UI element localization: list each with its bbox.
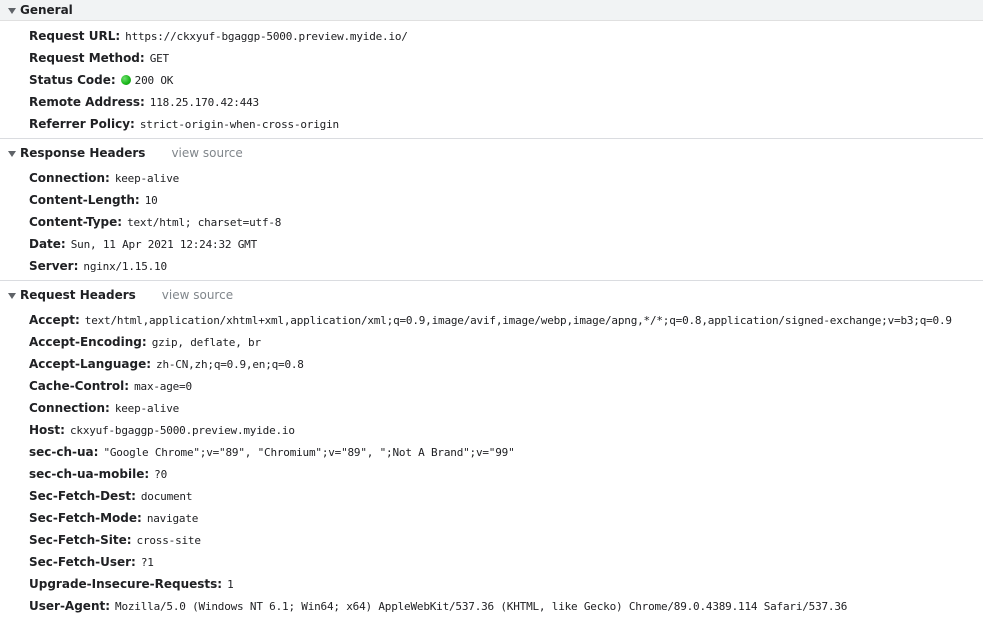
header-key: User-Agent: xyxy=(29,599,111,613)
header-row: Content-Length: 10 xyxy=(0,189,983,211)
header-value: keep-alive xyxy=(114,401,180,415)
header-value: navigate xyxy=(146,511,199,525)
general-section-toggle[interactable]: General xyxy=(0,0,983,21)
header-value: ?0 xyxy=(154,467,167,481)
section-title: General xyxy=(20,3,73,17)
header-row: Accept-Encoding: gzip, deflate, br xyxy=(0,331,983,353)
header-row: Request Method: GET xyxy=(0,47,983,69)
header-row: sec-ch-ua: "Google Chrome";v="89", "Chro… xyxy=(0,441,983,463)
header-value: text/html,application/xhtml+xml,applicat… xyxy=(84,313,952,327)
header-value: cross-site xyxy=(136,533,201,547)
general-rows: Request URL: https://ckxyuf-bgaggp-5000.… xyxy=(0,21,983,138)
header-key: Date: xyxy=(29,237,66,251)
header-value: 118.25.170.42:443 xyxy=(149,95,259,109)
header-key: Referrer Policy: xyxy=(29,117,135,131)
header-key: Connection: xyxy=(29,171,110,185)
header-key: Status Code: xyxy=(29,73,116,87)
header-row: Server: nginx/1.15.10 xyxy=(0,255,983,277)
header-key: Accept-Encoding: xyxy=(29,335,147,349)
header-key: sec-ch-ua: xyxy=(29,445,99,459)
header-row: Host: ckxyuf-bgaggp-5000.preview.myide.i… xyxy=(0,419,983,441)
header-key: Accept-Language: xyxy=(29,357,152,371)
header-key: Sec-Fetch-Dest: xyxy=(29,489,136,503)
header-value: 10 xyxy=(144,193,158,207)
header-row: Connection: keep-alive xyxy=(0,397,983,419)
status-ok-icon xyxy=(120,75,131,85)
view-source-link[interactable]: view source xyxy=(162,288,233,302)
header-value: keep-alive xyxy=(114,171,180,185)
header-key: Host: xyxy=(29,423,65,437)
header-value: document xyxy=(140,489,193,503)
section-divider xyxy=(0,138,983,139)
caret-down-icon xyxy=(8,7,16,14)
header-key: Content-Length: xyxy=(29,193,140,207)
header-value: strict-origin-when-cross-origin xyxy=(139,117,339,131)
header-row: Cache-Control: max-age=0 xyxy=(0,375,983,397)
general-section: General Request URL: https://ckxyuf-bgag… xyxy=(0,0,983,138)
response-header-rows: Connection: keep-alive Content-Length: 1… xyxy=(0,163,983,280)
header-row: Sec-Fetch-User: ?1 xyxy=(0,551,983,573)
request-header-rows: Accept: text/html,application/xhtml+xml,… xyxy=(0,305,983,620)
header-row: Upgrade-Insecure-Requests: 1 xyxy=(0,573,983,595)
header-row: Date: Sun, 11 Apr 2021 12:24:32 GMT xyxy=(0,233,983,255)
header-value: Mozilla/5.0 (Windows NT 6.1; Win64; x64)… xyxy=(115,599,848,613)
section-title: Request Headers xyxy=(20,288,136,302)
header-key: Server: xyxy=(29,259,79,273)
header-row: Accept: text/html,application/xhtml+xml,… xyxy=(0,309,983,331)
header-value: text/html; charset=utf-8 xyxy=(127,215,282,229)
header-key: Request Method: xyxy=(29,51,145,65)
section-divider xyxy=(0,280,983,281)
header-row: Connection: keep-alive xyxy=(0,167,983,189)
header-key: Sec-Fetch-Site: xyxy=(29,533,132,547)
header-row: Sec-Fetch-Dest: document xyxy=(0,485,983,507)
request-headers-section: Request Headers view source Accept: text… xyxy=(0,285,983,620)
header-key: Upgrade-Insecure-Requests: xyxy=(29,577,223,591)
header-row: Referrer Policy: strict-origin-when-cros… xyxy=(0,113,983,135)
header-key: Accept: xyxy=(29,313,80,327)
header-key: Connection: xyxy=(29,401,110,415)
header-key: Cache-Control: xyxy=(29,379,130,393)
response-headers-toggle[interactable]: Response Headers view source xyxy=(0,143,983,163)
header-value: GET xyxy=(149,51,169,65)
view-source-link[interactable]: view source xyxy=(171,146,242,160)
response-headers-section: Response Headers view source Connection:… xyxy=(0,143,983,280)
header-value: gzip, deflate, br xyxy=(151,335,261,349)
header-value: "Google Chrome";v="89", "Chromium";v="89… xyxy=(103,445,515,459)
header-value: ckxyuf-bgaggp-5000.preview.myide.io xyxy=(69,423,295,437)
header-key: Request URL: xyxy=(29,29,121,43)
header-value: Sun, 11 Apr 2021 12:24:32 GMT xyxy=(70,237,257,251)
header-row: sec-ch-ua-mobile: ?0 xyxy=(0,463,983,485)
header-value: 200 OK xyxy=(134,73,174,87)
header-value: 1 xyxy=(227,577,234,591)
header-value: max-age=0 xyxy=(134,379,192,393)
header-row: Status Code: 200 OK xyxy=(0,69,983,91)
header-value: ?1 xyxy=(140,555,154,569)
request-headers-toggle[interactable]: Request Headers view source xyxy=(0,285,983,305)
header-row: Remote Address: 118.25.170.42:443 xyxy=(0,91,983,113)
header-key: Content-Type: xyxy=(29,215,123,229)
header-row: Content-Type: text/html; charset=utf-8 xyxy=(0,211,983,233)
header-value: zh-CN,zh;q=0.9,en;q=0.8 xyxy=(156,357,304,371)
header-row: Accept-Language: zh-CN,zh;q=0.9,en;q=0.8 xyxy=(0,353,983,375)
header-value: https://ckxyuf-bgaggp-5000.preview.myide… xyxy=(125,29,408,43)
header-key: Sec-Fetch-Mode: xyxy=(29,511,142,525)
header-key: sec-ch-ua-mobile: xyxy=(29,467,150,481)
header-row: User-Agent: Mozilla/5.0 (Windows NT 6.1;… xyxy=(0,595,983,617)
header-row: Request URL: https://ckxyuf-bgaggp-5000.… xyxy=(0,25,983,47)
header-row: Sec-Fetch-Mode: navigate xyxy=(0,507,983,529)
header-key: Sec-Fetch-User: xyxy=(29,555,136,569)
section-title: Response Headers xyxy=(20,146,146,160)
caret-down-icon xyxy=(8,292,16,299)
header-value: nginx/1.15.10 xyxy=(83,259,167,273)
header-key: Remote Address: xyxy=(29,95,145,109)
header-row: Sec-Fetch-Site: cross-site xyxy=(0,529,983,551)
caret-down-icon xyxy=(8,150,16,157)
